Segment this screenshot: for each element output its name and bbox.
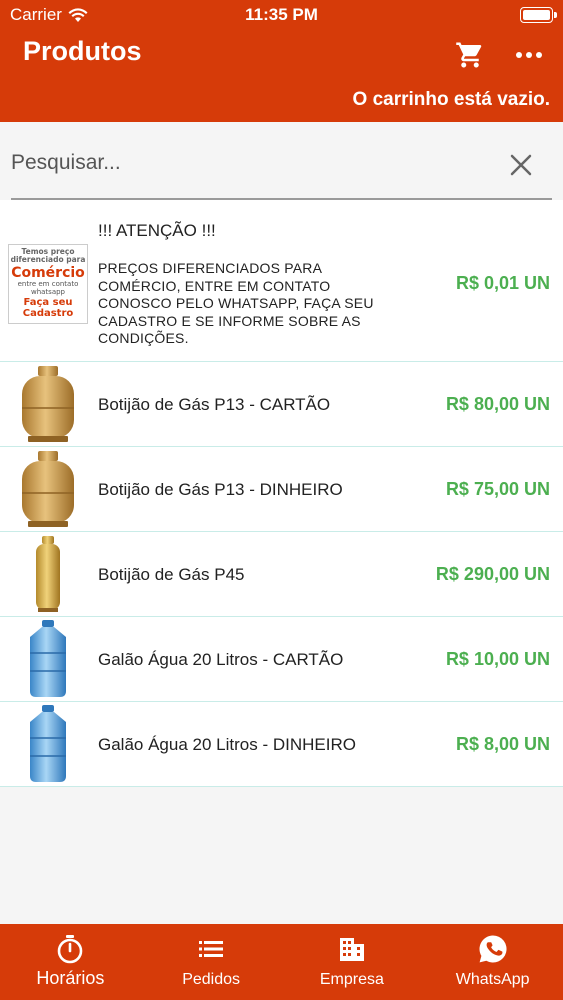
tab-empresa[interactable]: Empresa <box>282 924 423 1000</box>
product-name: Botijão de Gás P45 <box>98 565 245 584</box>
attention-text: PREÇOS DIFERENCIADOS PARA COMÉRCIO, ENTR… <box>98 260 374 346</box>
water-jug-image <box>8 704 88 784</box>
gas-cylinder-p45-image <box>8 534 88 614</box>
building-icon <box>339 938 364 961</box>
attention-title: !!! ATENÇÃO !!! <box>98 221 216 240</box>
list-icon <box>199 941 224 957</box>
promo-line2: Comércio <box>11 264 85 281</box>
product-price: R$ 75,00 UN <box>445 479 550 499</box>
promo-line4: Faça seu Cadastro <box>22 297 74 319</box>
product-list: Temos preço diferenciado para Comércio e… <box>0 200 563 787</box>
bottom-tab-bar: Horários Pedidos Empresa WhatsApp <box>0 924 563 1000</box>
product-price: R$ 8,00 UN <box>455 734 550 754</box>
water-jug-image <box>8 619 88 699</box>
tab-label: WhatsApp <box>455 971 530 988</box>
product-name: Galão Água 20 Litros - CARTÃO <box>98 650 344 669</box>
list-item-product[interactable]: Botijão de Gás P45 R$ 290,00 UN <box>0 532 563 617</box>
search-input[interactable] <box>11 146 491 180</box>
tab-horarios[interactable]: Horários <box>0 924 141 1000</box>
product-name: Galão Água 20 Litros - DINHEIRO <box>98 735 356 754</box>
list-item-attention[interactable]: Temos preço diferenciado para Comércio e… <box>0 200 563 362</box>
tab-label: Empresa <box>319 971 384 988</box>
status-time: 11:35 PM <box>245 5 318 24</box>
product-name: Botijão de Gás P13 - CARTÃO <box>98 395 331 414</box>
tab-whatsapp[interactable]: WhatsApp <box>422 924 563 1000</box>
cart-icon <box>456 42 482 68</box>
stopwatch-icon <box>58 935 83 964</box>
clear-search-button[interactable] <box>508 152 534 178</box>
battery-icon <box>520 7 557 23</box>
page-title: Produtos <box>23 36 142 66</box>
tab-label: Pedidos <box>182 971 241 988</box>
list-item-product[interactable]: Botijão de Gás P13 - CARTÃO R$ 80,00 UN <box>0 362 563 447</box>
list-item-product[interactable]: Galão Água 20 Litros - CARTÃO R$ 10,00 U… <box>0 617 563 702</box>
product-price: R$ 0,01 UN <box>455 273 550 293</box>
product-name: Botijão de Gás P13 - DINHEIRO <box>98 480 343 499</box>
more-horizontal-icon <box>516 52 542 58</box>
list-item-product[interactable]: Botijão de Gás P13 - DINHEIRO R$ 75,00 U… <box>0 447 563 532</box>
tab-pedidos[interactable]: Pedidos <box>141 924 282 1000</box>
status-bar: Carrier 11:35 PM <box>0 0 563 30</box>
gas-cylinder-image <box>8 449 88 529</box>
product-price: R$ 290,00 UN <box>435 564 550 584</box>
tab-label: Horários <box>36 968 105 988</box>
promo-image: Temos preço diferenciado para Comércio e… <box>8 244 88 324</box>
promo-line3: entre em contato whatsapp <box>17 280 79 296</box>
promo-line1: Temos preço diferenciado para <box>10 247 86 264</box>
app-bar: Produtos O carrinho está vazio. <box>0 30 563 122</box>
product-price: R$ 10,00 UN <box>445 649 550 669</box>
search-bar <box>11 138 552 200</box>
close-icon <box>510 154 532 176</box>
more-button[interactable] <box>512 40 546 70</box>
gas-cylinder-image <box>8 364 88 444</box>
whatsapp-icon <box>479 935 507 963</box>
list-item-product[interactable]: Galão Água 20 Litros - DINHEIRO R$ 8,00 … <box>0 702 563 787</box>
product-price: R$ 80,00 UN <box>445 394 550 414</box>
cart-status-text: O carrinho está vazio. <box>352 89 550 110</box>
cart-button[interactable] <box>453 40 487 70</box>
